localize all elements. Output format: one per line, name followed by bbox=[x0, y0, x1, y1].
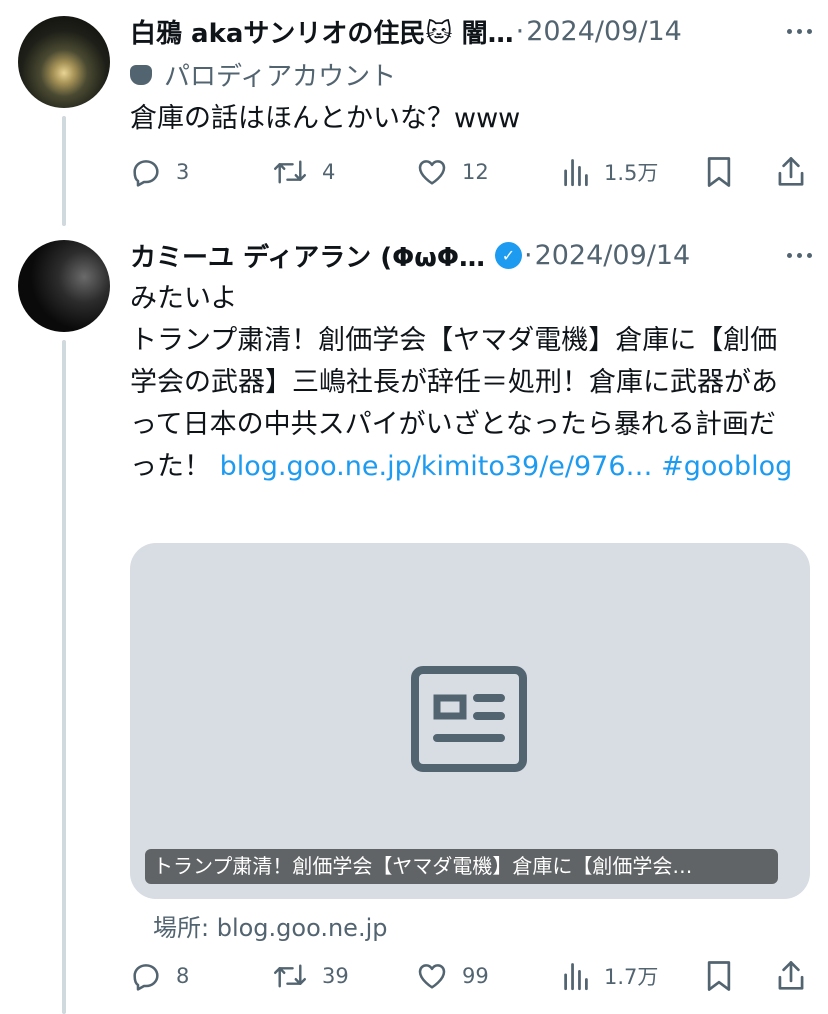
retweet-count: 39 bbox=[322, 964, 349, 988]
views-button[interactable]: 1.5万 bbox=[562, 154, 658, 190]
views-button[interactable]: 1.7万 bbox=[562, 958, 658, 994]
article-icon bbox=[411, 666, 527, 772]
share-button[interactable] bbox=[776, 958, 820, 994]
view-count: 1.5万 bbox=[604, 161, 659, 185]
reply-icon bbox=[133, 160, 159, 187]
tweet-header: 白鴉 akaサンリオの住民🐱 闇… · 2024/09/14 bbox=[130, 13, 812, 50]
separator-dot: · bbox=[515, 15, 525, 47]
timeline: 白鴉 akaサンリオの住民🐱 闇… · 2024/09/14 パロディアカウント… bbox=[0, 0, 828, 1014]
like-button[interactable]: 99 bbox=[416, 958, 489, 994]
retweet-button[interactable]: 4 bbox=[272, 154, 335, 190]
analytics-icon bbox=[564, 963, 588, 991]
retweet-icon bbox=[273, 964, 307, 988]
bookmark-icon bbox=[707, 157, 731, 187]
verified-badge-icon: ✓ bbox=[494, 241, 522, 269]
tweet-text: 倉庫の話はほんとかいな？www bbox=[130, 103, 521, 134]
bookmark-button[interactable] bbox=[706, 154, 746, 190]
bookmark-button[interactable] bbox=[706, 958, 746, 994]
like-count: 12 bbox=[462, 160, 489, 184]
thread-connector bbox=[62, 116, 66, 226]
view-count: 1.7万 bbox=[604, 965, 659, 989]
reply-icon bbox=[133, 964, 159, 991]
separator-dot: · bbox=[523, 239, 533, 271]
reply-count: 3 bbox=[176, 160, 190, 184]
retweet-button[interactable]: 39 bbox=[272, 958, 349, 994]
tweet-link[interactable]: blog.goo.ne.jp/kimito39/e/976… bbox=[220, 451, 653, 482]
link-card[interactable]: トランプ粛清！創価学会【ヤマダ電機】倉庫に【創価学会… bbox=[130, 543, 810, 899]
avatar[interactable] bbox=[18, 16, 110, 108]
more-options-icon[interactable] bbox=[787, 28, 812, 34]
parody-account-label: パロディアカウント bbox=[130, 56, 396, 93]
retweet-count: 4 bbox=[322, 160, 336, 184]
retweet-icon bbox=[273, 160, 307, 184]
share-icon bbox=[778, 961, 804, 990]
reply-button[interactable]: 3 bbox=[130, 154, 189, 190]
tweet-body: みたいよ トランプ粛清！創価学会【ヤマダ電機】倉庫に【創価学会の武器】三嶋社長が… bbox=[130, 278, 800, 488]
parody-label-text: パロディアカウント bbox=[164, 62, 397, 92]
reply-button[interactable]: 8 bbox=[130, 958, 189, 994]
heart-icon bbox=[418, 160, 446, 185]
reply-count: 8 bbox=[176, 964, 190, 988]
display-name[interactable]: 白鴉 akaサンリオの住民🐱 闇… bbox=[130, 13, 514, 50]
bookmark-icon bbox=[707, 961, 731, 991]
tweet-header: カミーユ ディアラン (ΦωΦ… ✓ · 2024/09/14 bbox=[130, 237, 812, 274]
tweet-date[interactable]: 2024/09/14 bbox=[535, 240, 691, 271]
tweet-actions: 8 39 99 1.7万 bbox=[130, 958, 810, 994]
display-name[interactable]: カミーユ ディアラン (ΦωΦ… bbox=[130, 237, 485, 274]
share-icon bbox=[778, 157, 804, 186]
avatar[interactable] bbox=[18, 240, 110, 332]
card-title: トランプ粛清！創価学会【ヤマダ電機】倉庫に【創価学会… bbox=[145, 849, 778, 884]
analytics-icon bbox=[564, 159, 588, 187]
like-count: 99 bbox=[462, 964, 489, 988]
heart-icon bbox=[418, 964, 446, 989]
tweet-date[interactable]: 2024/09/14 bbox=[526, 16, 682, 47]
hashtag-link[interactable]: #gooblog bbox=[661, 451, 792, 482]
share-button[interactable] bbox=[776, 154, 820, 190]
card-source[interactable]: 場所: blog.goo.ne.jp bbox=[153, 908, 387, 943]
tweet-actions: 3 4 12 1.5万 bbox=[130, 154, 810, 190]
more-options-icon[interactable] bbox=[787, 252, 812, 258]
like-button[interactable]: 12 bbox=[416, 154, 489, 190]
theater-mask-icon bbox=[130, 64, 152, 85]
thread-connector bbox=[62, 340, 66, 1014]
